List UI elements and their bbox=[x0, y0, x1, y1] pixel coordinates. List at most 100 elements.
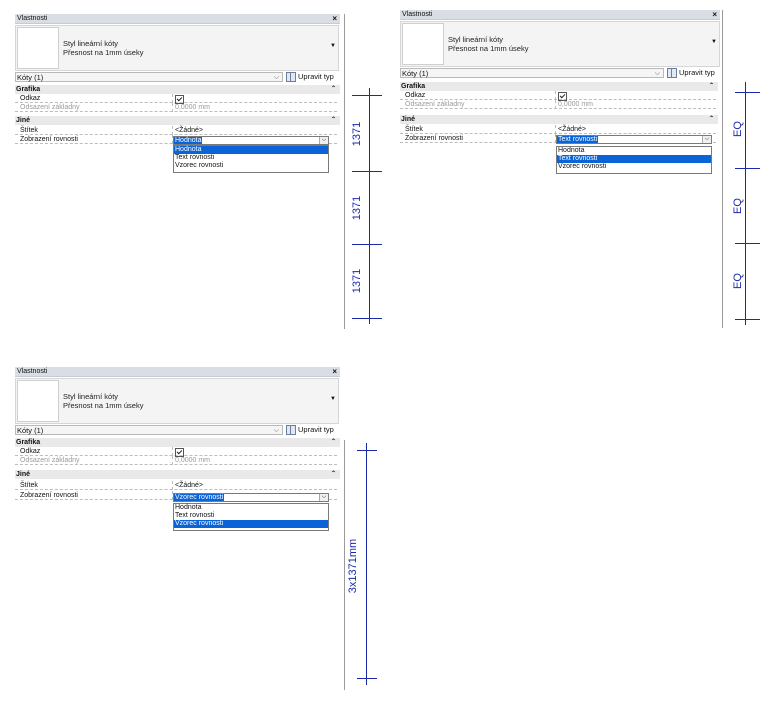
witness-line bbox=[735, 92, 760, 93]
type-name: Styl lineární kóty Přesnost na 1mm úseky bbox=[448, 35, 529, 53]
edit-type-icon bbox=[286, 72, 296, 83]
dimension-text: 1371 bbox=[351, 121, 363, 147]
panel-title: Vlastnosti bbox=[17, 15, 48, 22]
equality-display-combo[interactable]: Hodnota ⌵ bbox=[173, 136, 329, 145]
witness-line bbox=[352, 171, 382, 172]
group-other[interactable]: Jiné ⌃ bbox=[15, 116, 340, 125]
group-other[interactable]: Jiné ⌃ bbox=[400, 115, 718, 124]
edit-type-icon bbox=[667, 68, 677, 79]
prop-row-baseline-offset: Odsazení základny 0,0000 mm bbox=[15, 456, 337, 465]
properties-panel-2: Vlastnosti × Styl lineární kóty Přesnost… bbox=[400, 10, 720, 180]
witness-line bbox=[735, 319, 760, 320]
prop-row-label: Štítek <Žádné> bbox=[15, 481, 337, 490]
option-equality-formula[interactable]: Vzorec rovnosti bbox=[174, 520, 328, 528]
instance-filter-row: Kóty (1) ⌵ Upravit typ bbox=[400, 68, 720, 79]
type-selector[interactable]: Styl lineární kóty Přesnost na 1mm úseky… bbox=[15, 378, 339, 424]
group-graphics[interactable]: Grafika ⌃ bbox=[15, 438, 340, 447]
option-equality-formula[interactable]: Vzorec rovnosti bbox=[174, 162, 328, 170]
witness-line bbox=[735, 168, 760, 169]
type-preview-image bbox=[17, 27, 59, 69]
panel-titlebar: Vlastnosti × bbox=[15, 14, 340, 24]
equality-display-current: Text rovnosti bbox=[557, 136, 599, 143]
collapse-icon[interactable]: ⌃ bbox=[331, 85, 336, 94]
close-icon[interactable]: × bbox=[712, 10, 717, 19]
dimension-line bbox=[745, 82, 746, 325]
edit-type-button[interactable]: Upravit typ bbox=[286, 424, 334, 436]
baseline-offset-value[interactable]: 0,0000 mm bbox=[558, 100, 593, 109]
collapse-icon[interactable]: ⌃ bbox=[331, 438, 336, 447]
dimension-text: 3x1371mm bbox=[347, 538, 359, 594]
prop-row-baseline-offset: Odsazení základny 0,0000 mm bbox=[400, 100, 716, 109]
group-graphics[interactable]: Grafika ⌃ bbox=[15, 85, 340, 94]
equality-display-combo[interactable]: Text rovnosti ⌵ bbox=[556, 135, 712, 144]
witness-line bbox=[352, 95, 382, 96]
equality-display-list[interactable]: Hodnota Text rovnosti Vzorec rovnosti bbox=[173, 145, 329, 173]
dimension-text: EQ bbox=[732, 273, 744, 289]
instance-filter-dropdown[interactable]: Kóty (1) ⌵ bbox=[15, 425, 283, 435]
chevron-down-icon[interactable]: ▼ bbox=[330, 43, 336, 49]
baseline-offset-value[interactable]: 0,0000 mm bbox=[175, 103, 210, 112]
properties-panel-3: Vlastnosti × Styl lineární kóty Přesnost… bbox=[15, 367, 340, 537]
view-border bbox=[722, 10, 723, 328]
chevron-down-icon: ⌵ bbox=[654, 70, 660, 77]
witness-line bbox=[735, 243, 760, 244]
instance-filter-row: Kóty (1) ⌵ Upravit typ bbox=[15, 72, 340, 83]
dimension-text: EQ bbox=[732, 121, 744, 137]
witness-line bbox=[352, 318, 382, 319]
panel-titlebar: Vlastnosti × bbox=[15, 367, 340, 377]
dimension-line bbox=[366, 443, 367, 685]
equality-display-current: Hodnota bbox=[174, 137, 203, 144]
type-name: Styl lineární kóty Přesnost na 1mm úseky bbox=[63, 392, 144, 410]
equality-display-list[interactable]: Hodnota Text rovnosti Vzorec rovnosti bbox=[556, 146, 712, 174]
collapse-icon[interactable]: ⌃ bbox=[331, 470, 336, 479]
label-value[interactable]: <Žádné> bbox=[175, 481, 203, 490]
equality-display-current: Vzorec rovnosti bbox=[174, 494, 225, 501]
equality-display-combo[interactable]: Vzorec rovnosti ⌵ bbox=[173, 493, 329, 502]
group-graphics[interactable]: Grafika ⌃ bbox=[400, 82, 718, 91]
baseline-offset-value[interactable]: 0,0000 mm bbox=[175, 456, 210, 465]
witness-line bbox=[357, 450, 377, 451]
label-value[interactable]: <Žádné> bbox=[175, 126, 203, 135]
collapse-icon[interactable]: ⌃ bbox=[331, 116, 336, 125]
chevron-down-icon[interactable]: ⌵ bbox=[319, 137, 328, 144]
panel-titlebar: Vlastnosti × bbox=[400, 10, 720, 20]
collapse-icon[interactable]: ⌃ bbox=[709, 82, 714, 91]
edit-type-button[interactable]: Upravit typ bbox=[667, 67, 715, 79]
edit-type-icon bbox=[286, 425, 296, 436]
equality-display-list[interactable]: Hodnota Text rovnosti Vzorec rovnosti bbox=[173, 503, 329, 531]
close-icon[interactable]: × bbox=[332, 367, 337, 376]
dimension-text: 1371 bbox=[351, 268, 363, 294]
type-name: Styl lineární kóty Přesnost na 1mm úseky bbox=[63, 39, 144, 57]
option-equality-formula[interactable]: Vzorec rovnosti bbox=[557, 163, 711, 171]
collapse-icon[interactable]: ⌃ bbox=[709, 115, 714, 124]
prop-row-label: Štítek <Žádné> bbox=[400, 125, 716, 134]
chevron-down-icon[interactable]: ⌵ bbox=[702, 136, 711, 143]
type-selector[interactable]: Styl lineární kóty Přesnost na 1mm úseky… bbox=[15, 25, 339, 71]
view-border bbox=[344, 440, 345, 690]
dimension-line bbox=[369, 88, 370, 324]
chevron-down-icon[interactable]: ▼ bbox=[330, 396, 336, 402]
chevron-down-icon[interactable]: ⌵ bbox=[319, 494, 328, 501]
chevron-down-icon: ⌵ bbox=[273, 74, 279, 81]
option-value[interactable]: Hodnota bbox=[174, 504, 328, 512]
close-icon[interactable]: × bbox=[332, 14, 337, 23]
prop-row-label: Štítek <Žádné> bbox=[15, 126, 337, 135]
option-value[interactable]: Hodnota bbox=[174, 146, 328, 154]
panel-title: Vlastnosti bbox=[402, 11, 433, 18]
group-other[interactable]: Jiné ⌃ bbox=[15, 470, 340, 479]
instance-filter-row: Kóty (1) ⌵ Upravit typ bbox=[15, 425, 340, 436]
option-equality-text[interactable]: Text rovnosti bbox=[174, 512, 328, 520]
witness-line bbox=[357, 678, 377, 679]
option-equality-text[interactable]: Text rovnosti bbox=[174, 154, 328, 162]
chevron-down-icon[interactable]: ▼ bbox=[711, 39, 717, 45]
instance-filter-dropdown[interactable]: Kóty (1) ⌵ bbox=[400, 68, 664, 78]
instance-filter-dropdown[interactable]: Kóty (1) ⌵ bbox=[15, 72, 283, 82]
dimension-text: 1371 bbox=[351, 195, 363, 221]
chevron-down-icon: ⌵ bbox=[273, 427, 279, 434]
option-equality-text[interactable]: Text rovnosti bbox=[557, 155, 711, 163]
witness-line bbox=[352, 244, 382, 245]
label-value[interactable]: <Žádné> bbox=[558, 125, 586, 134]
edit-type-button[interactable]: Upravit typ bbox=[286, 71, 334, 83]
option-value[interactable]: Hodnota bbox=[557, 147, 711, 155]
type-selector[interactable]: Styl lineární kóty Přesnost na 1mm úseky… bbox=[400, 21, 720, 67]
